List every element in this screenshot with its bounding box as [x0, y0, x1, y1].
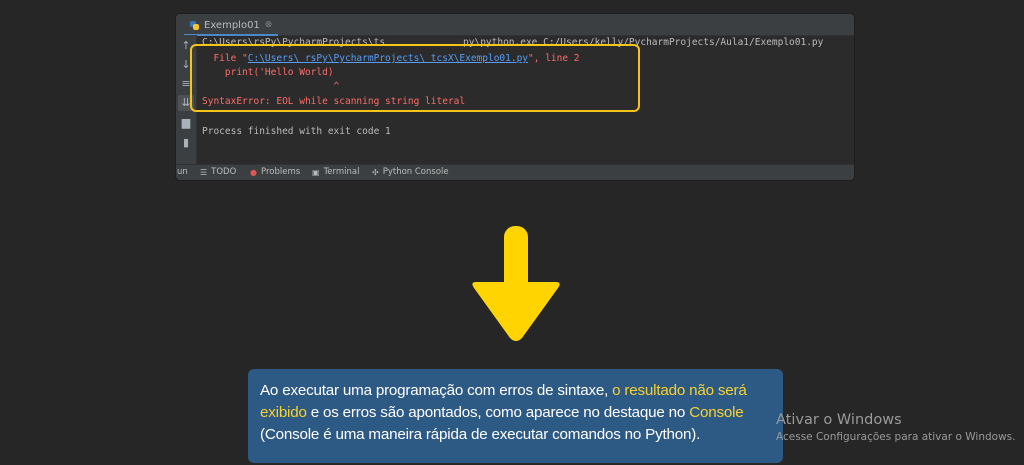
info-text-3: (Console é uma maneira rápida de executa…	[260, 426, 701, 443]
editor-tabbar: Exemplo01 ⊗	[176, 14, 854, 36]
exit-code-line: Process finished with exit code 1	[202, 126, 391, 137]
info-text-2: e os erros são apontados, como aparece n…	[306, 404, 690, 421]
terminal-tab[interactable]: ▣ Terminal	[312, 165, 359, 180]
run-tab[interactable]: un	[177, 165, 188, 180]
info-text-1: Ao executar uma programação com erros de…	[260, 382, 613, 399]
tab-exemplo01[interactable]: Exemplo01 ⊗	[184, 16, 279, 36]
tool-window-bar: un ☰ TODO ● Problems ▣ Terminal ✣ Python Con…	[176, 164, 854, 180]
terminal-icon: ▣	[312, 168, 320, 177]
python-console-icon: ✣	[372, 168, 379, 177]
error-icon: ●	[250, 168, 257, 177]
trash-icon[interactable]: ▮	[178, 135, 194, 151]
todo-tab[interactable]: ☰ TODO	[200, 165, 236, 180]
info-highlight-console: Console	[689, 404, 744, 421]
tab-label: Exemplo01	[204, 19, 260, 31]
problems-tab[interactable]: ● Problems	[250, 165, 300, 180]
info-box: Ao executar uma programação com erros de…	[248, 369, 783, 463]
python-file-icon	[190, 20, 199, 30]
list-icon: ☰	[200, 168, 208, 177]
close-icon[interactable]: ⊗	[265, 20, 273, 30]
activate-windows-subtitle: Acesse Configurações para ativar o Windo…	[776, 431, 1016, 443]
activate-windows-title: Ativar o Windows	[776, 412, 902, 428]
down-arrow-icon	[472, 226, 560, 341]
print-icon[interactable]: ▆	[178, 115, 194, 131]
python-console-tab[interactable]: ✣ Python Console	[372, 165, 449, 180]
error-highlight-box	[190, 44, 640, 112]
